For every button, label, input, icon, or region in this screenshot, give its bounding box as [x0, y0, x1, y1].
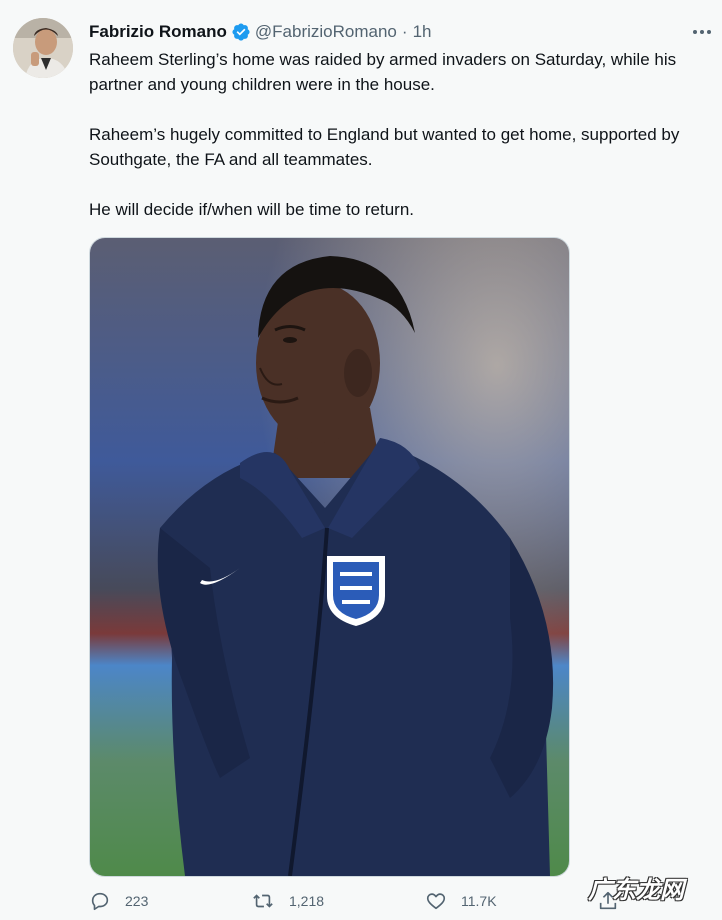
- retweet-count: 1,218: [289, 893, 325, 909]
- reply-button[interactable]: 223: [89, 890, 148, 912]
- reply-count: 223: [125, 893, 149, 909]
- tweet-photo[interactable]: [89, 237, 570, 877]
- watermark: 广东龙网: [588, 876, 684, 904]
- author-avatar[interactable]: [13, 18, 73, 78]
- player-photo: [90, 238, 569, 876]
- verified-badge-icon: [231, 22, 251, 42]
- author-handle[interactable]: @FabrizioRomano: [255, 22, 397, 42]
- author-name[interactable]: Fabrizio Romano: [89, 22, 227, 42]
- retweet-button[interactable]: 1,218: [251, 890, 324, 912]
- tweet-paragraph: Raheem’s hugely committed to England but…: [89, 125, 680, 169]
- tweet-paragraph: He will decide if/when will be time to r…: [89, 200, 415, 219]
- header-separator: ·: [401, 22, 408, 41]
- tweet-actions: 223 1,218 11.7K: [89, 890, 629, 920]
- tweet-timestamp[interactable]: 1h: [413, 22, 432, 42]
- tweet-header: Fabrizio Romano @FabrizioRomano · 1h: [89, 20, 431, 44]
- reply-icon: [91, 892, 109, 911]
- like-icon: [426, 893, 446, 910]
- like-count: 11.7K: [461, 893, 497, 909]
- retweet-icon: [253, 894, 273, 908]
- more-options-icon[interactable]: [690, 20, 714, 44]
- like-button[interactable]: 11.7K: [425, 890, 497, 912]
- tweet-paragraph: Raheem Sterling’s home was raided by arm…: [89, 50, 677, 94]
- tweet-text: Raheem Sterling’s home was raided by arm…: [89, 47, 719, 222]
- avatar-image: [13, 18, 73, 78]
